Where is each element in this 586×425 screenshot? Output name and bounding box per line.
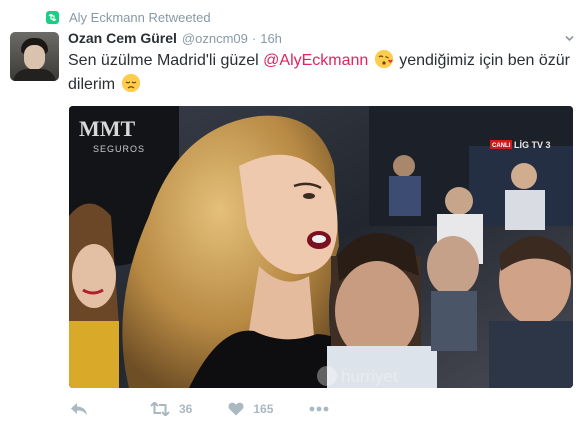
- retweet-context-label[interactable]: Aly Eckmann Retweeted: [69, 10, 211, 25]
- header-separator: ·: [251, 31, 257, 46]
- tweet-timestamp[interactable]: 16h: [260, 31, 282, 46]
- tweet-media-photo[interactable]: MMT SEGUROS CANLI LİG TV 3 hurriyet: [69, 106, 573, 388]
- author-name[interactable]: Ozan Cem Gürel: [68, 30, 177, 46]
- tweet-actions: 36 165: [70, 399, 329, 419]
- photo-watermark: hurriyet: [341, 367, 398, 386]
- retweet-button[interactable]: 36: [150, 402, 192, 416]
- more-dots-icon: [309, 406, 329, 412]
- tweet-header: Ozan Cem Gürel @ozncm09 · 16h: [68, 30, 282, 48]
- retweet-icon: [150, 402, 170, 416]
- retweet-count: 36: [179, 402, 193, 416]
- chevron-down-icon[interactable]: [565, 34, 574, 43]
- retweet-context: Aly Eckmann Retweeted: [46, 8, 211, 26]
- tweet-text: Sen üzülme Madrid'li güzel @AlyEckmann y…: [68, 49, 573, 97]
- like-count: 165: [253, 402, 274, 416]
- disappointed-face-emoji: [121, 74, 140, 92]
- reply-icon: [71, 403, 87, 415]
- jacket-logo-text: MMT: [79, 116, 136, 141]
- channel-logo-text: LİG TV 3: [514, 140, 551, 150]
- heart-icon: [228, 402, 244, 416]
- avatar[interactable]: [10, 32, 59, 81]
- tweet-text-part1: Sen üzülme Madrid'li güzel: [68, 52, 264, 69]
- broadcast-live-badge: CANLI: [492, 143, 511, 149]
- like-button[interactable]: 165: [228, 402, 273, 416]
- retweet-icon: [46, 10, 59, 24]
- reply-button[interactable]: [70, 402, 88, 416]
- jacket-logo-subtext: SEGUROS: [93, 144, 145, 154]
- author-handle[interactable]: @ozncm09: [182, 31, 248, 46]
- face-throwing-kiss-emoji: [374, 50, 393, 68]
- more-options-button[interactable]: [309, 406, 329, 412]
- mention-link[interactable]: @AlyEckmann: [263, 52, 368, 69]
